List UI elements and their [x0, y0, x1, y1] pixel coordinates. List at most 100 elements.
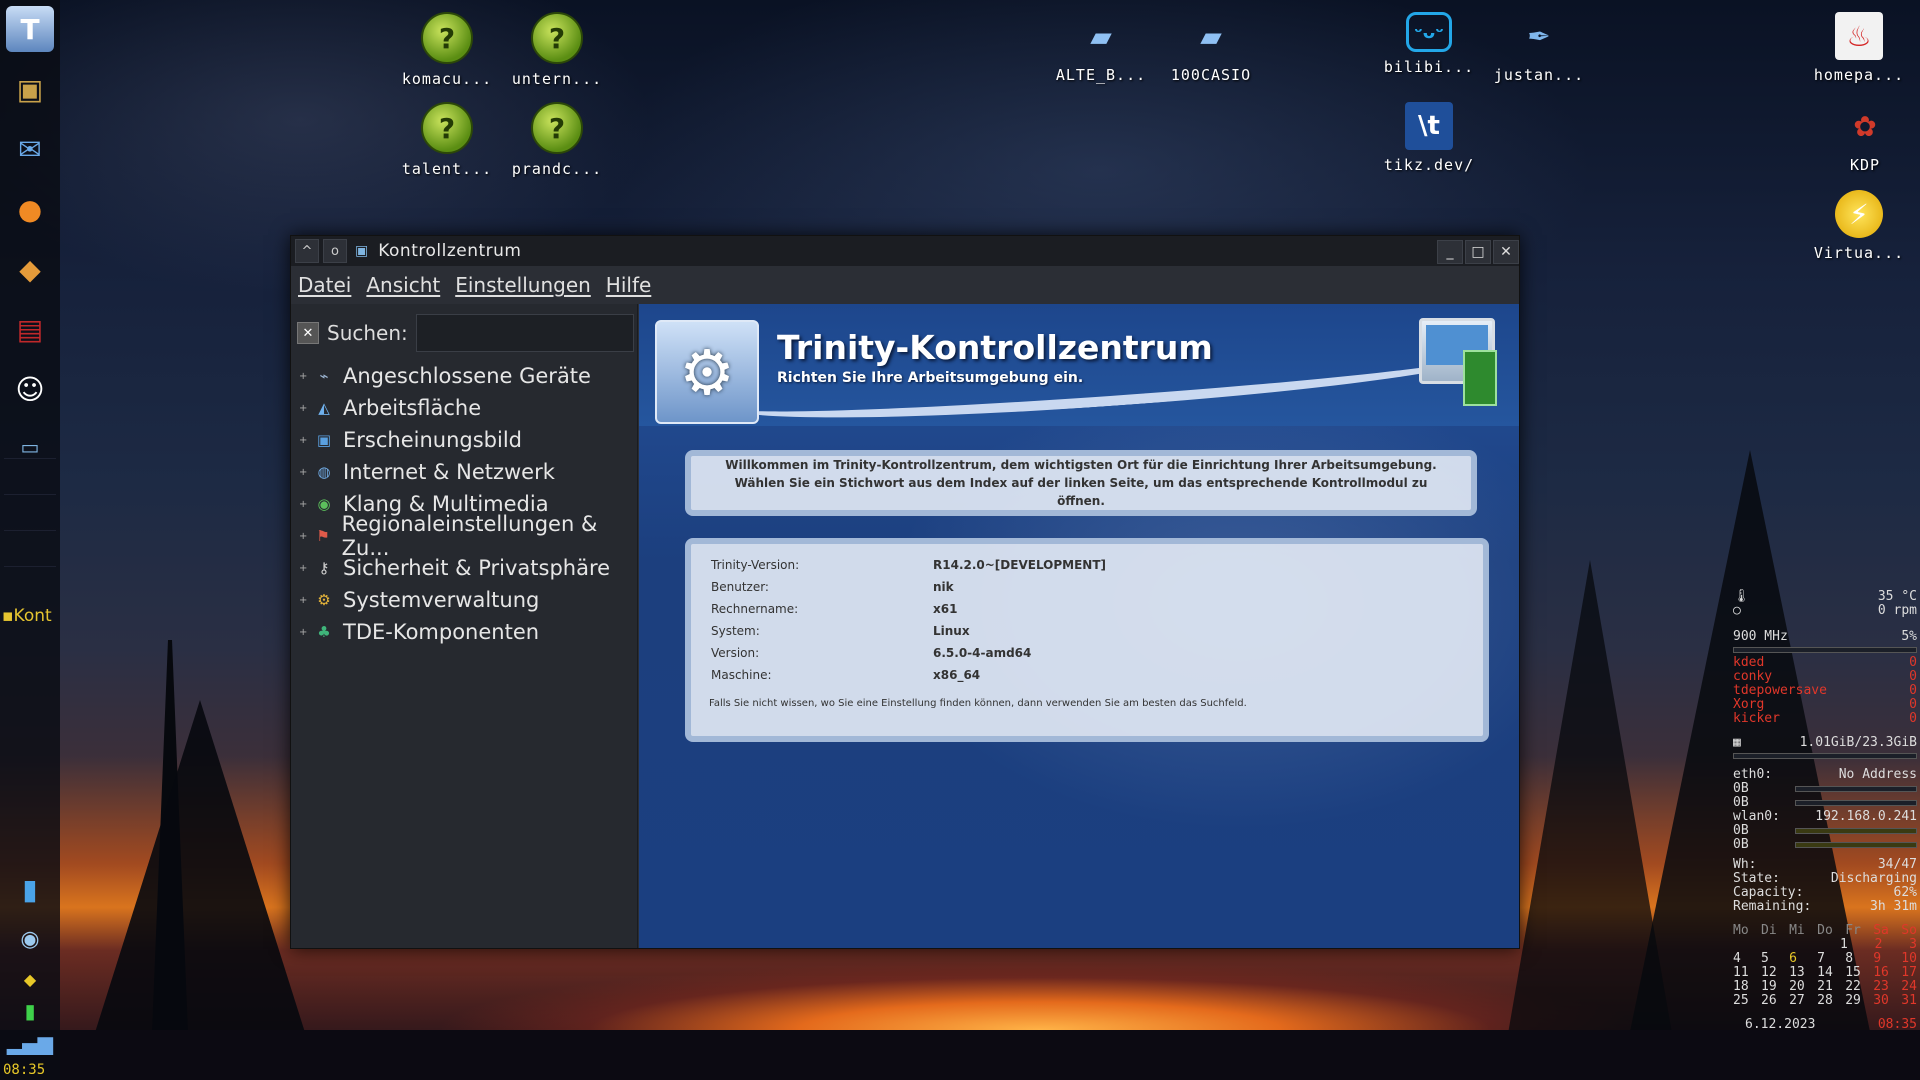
info-row: System: Linux	[691, 620, 1483, 642]
expand-icon[interactable]: +	[299, 499, 309, 510]
expand-icon[interactable]: +	[299, 371, 309, 382]
speaker-icon: ◉	[317, 495, 331, 513]
terminal-icon[interactable]: ▤	[6, 306, 54, 352]
pager-desktop-2[interactable]	[4, 458, 56, 493]
sticky-button[interactable]: o	[323, 239, 347, 263]
fan-value: 0 rpm	[1877, 603, 1917, 618]
menubar: Datei Ansicht Einstellungen Hilfe	[291, 266, 1519, 304]
tree-item-arbeitsflaeche[interactable]: + ◭ Arbeitsfläche	[291, 392, 637, 424]
maximize-button[interactable]: □	[1465, 240, 1491, 264]
memory-chip-icon: ▦	[1733, 735, 1741, 750]
desktop-icon-untern[interactable]: ? untern...	[502, 12, 612, 88]
menu-datei[interactable]: Datei	[298, 273, 351, 297]
search-label: Suchen:	[327, 321, 408, 345]
window-menu-button[interactable]: ^	[295, 239, 319, 263]
mem-value: 1.01GiB/23.3GiB	[1799, 735, 1917, 750]
search-input[interactable]	[415, 314, 634, 352]
menu-ansicht[interactable]: Ansicht	[366, 273, 440, 297]
tree-item-systemverwaltung[interactable]: + ⚙ Systemverwaltung	[291, 584, 637, 616]
tree-item-regionaleinstellungen[interactable]: + ⚑ Regionaleinstellungen & Zu...	[291, 512, 637, 560]
question-globe-icon: ?	[531, 102, 583, 154]
tree-item-label: Angeschlossene Geräte	[343, 364, 591, 388]
welcome-panel: Willkommen im Trinity-Kontrollzentrum, d…	[685, 450, 1477, 516]
cal-date: 14	[1817, 965, 1833, 980]
desktop-icon-tikz[interactable]: \t tikz.dev/	[1374, 102, 1484, 174]
cpu-row: 900 MHz 5%	[1733, 630, 1917, 644]
konqueror-icon[interactable]: ✉	[6, 126, 54, 172]
desktop-icon-alte-b[interactable]: ▰ ALTE_B...	[1046, 12, 1156, 85]
lightning-icon: ⚡	[1835, 190, 1883, 238]
appearance-icon: ▣	[316, 431, 332, 449]
cpu-pct: 5%	[1901, 629, 1917, 644]
battery-rem-row: Remaining: 3h 31m	[1733, 900, 1917, 914]
package-manager-icon[interactable]: ▣	[6, 66, 54, 112]
tree-item-erscheinungsbild[interactable]: + ▣ Erscheinungsbild	[291, 424, 637, 456]
expand-icon[interactable]: +	[299, 563, 309, 574]
question-globe-icon: ?	[531, 12, 583, 64]
desktop-icon-komacu[interactable]: ? komacu...	[392, 12, 502, 88]
desktop-icon-kdp[interactable]: ✿ KDP	[1810, 102, 1920, 175]
window-titlebar[interactable]: ^ o ▣ Kontrollzentrum _ □ ✕	[291, 236, 1519, 266]
pager-desktop-3[interactable]	[4, 494, 56, 529]
wlan0-down-row: 0B	[1733, 824, 1917, 838]
expand-icon[interactable]: +	[299, 531, 309, 542]
wlan0-label: wlan0:	[1733, 809, 1780, 824]
cal-date: 2	[1874, 937, 1883, 952]
proc-name: kicker	[1733, 711, 1780, 726]
cal-date: 20	[1789, 979, 1805, 994]
icon-label: 100CASIO	[1170, 66, 1252, 84]
cpu-freq: 900 MHz	[1733, 629, 1788, 644]
expand-icon[interactable]: +	[299, 595, 309, 606]
info-row: Version: 6.5.0-4-amd64	[691, 642, 1483, 664]
desktop-icon-talent[interactable]: ? talent...	[392, 102, 502, 178]
desktop-icon-virtua[interactable]: ⚡ Virtua...	[1804, 190, 1914, 262]
menu-einstellungen[interactable]: Einstellungen	[455, 273, 591, 297]
banner: ⚙ Trinity-Kontrollzentrum Richten Sie Ih…	[639, 304, 1519, 433]
eth0-up: 0B	[1733, 795, 1749, 810]
expand-icon[interactable]: +	[299, 403, 309, 414]
cal-date: 18	[1733, 979, 1749, 994]
ghost-icon[interactable]: ☺	[6, 366, 54, 412]
network-signal-icon[interactable]: ▂▄▆	[6, 1020, 54, 1066]
desktop-icon-homepage[interactable]: ♨ homepa...	[1804, 12, 1914, 84]
tree-item-label: TDE-Komponenten	[343, 620, 540, 644]
desktop-icon-prandc[interactable]: ? prandc...	[502, 102, 612, 178]
firefox-icon[interactable]: ●	[6, 186, 54, 232]
cal-date: 27	[1789, 993, 1805, 1008]
desktop-icon-100casio[interactable]: ▰ 100CASIO	[1156, 12, 1266, 85]
expand-icon[interactable]: +	[299, 467, 309, 478]
clear-search-icon[interactable]: ✕	[297, 322, 319, 344]
expand-icon[interactable]: +	[299, 435, 309, 446]
wlan0-up-row: 0B	[1733, 838, 1917, 852]
wlan0-addr: 192.168.0.241	[1815, 809, 1917, 824]
calendar-week: 18 19 20 21 22 23 24	[1733, 980, 1917, 994]
tree-item-internet-netzwerk[interactable]: + ◍ Internet & Netzwerk	[291, 456, 637, 488]
editor-icon[interactable]: ◆	[6, 246, 54, 292]
info-value: Linux	[933, 624, 970, 638]
desktop-icon-bilibili[interactable]: ᵕᴗᵕ bilibi...	[1374, 12, 1484, 76]
tree-item-sicherheit-privatsphaere[interactable]: + ⚷ Sicherheit & Privatsphäre	[291, 552, 637, 584]
trinity-menu-icon[interactable]: T	[6, 6, 54, 52]
tree-item-tde-komponenten[interactable]: + ♣ TDE-Komponenten	[291, 616, 637, 648]
homepage-icon: ♨	[1835, 12, 1883, 60]
tree-item-angeschlossene-geraete[interactable]: + ⌁ Angeschlossene Geräte	[291, 360, 637, 392]
app-icon: ▣	[355, 243, 369, 259]
taskbar-kontrollzentrum[interactable]: ▪Kont	[2, 606, 52, 626]
eth0-up-graph	[1795, 800, 1917, 806]
proc-val: 0	[1909, 711, 1917, 726]
expand-icon[interactable]: +	[299, 627, 309, 638]
battery-rem: 3h 31m	[1870, 899, 1917, 914]
minimize-button[interactable]: _	[1437, 240, 1463, 264]
pager-desktop-5[interactable]	[4, 566, 56, 601]
pager-desktop-4[interactable]	[4, 530, 56, 565]
close-button[interactable]: ✕	[1493, 240, 1519, 264]
desktop-icon-justan[interactable]: ✒ justan...	[1484, 12, 1594, 85]
battery-state-row: State: Discharging	[1733, 872, 1917, 886]
eth0-addr: No Address	[1838, 767, 1917, 782]
menu-hilfe[interactable]: Hilfe	[606, 273, 652, 297]
battery-wh: 34/47	[1877, 857, 1917, 872]
storage-icon[interactable]: ▮	[6, 866, 54, 912]
icon-label: talent...	[401, 160, 493, 178]
icon-label: Virtua...	[1813, 244, 1905, 262]
module-sidebar: ✕ Suchen: + ⌁ Angeschlossene Geräte + ◭ Arbe…	[291, 304, 638, 948]
